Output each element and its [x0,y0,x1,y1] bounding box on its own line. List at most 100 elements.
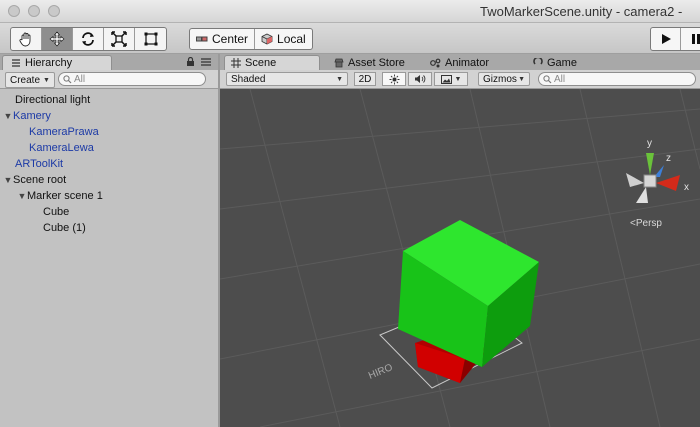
shading-mode-label: Shaded [231,73,266,85]
scene-render: HIRO y x z [220,89,700,427]
gizmos-dropdown[interactable]: Gizmos ▼ [478,72,530,86]
scale-tool-button[interactable] [104,28,135,50]
image-icon [440,74,452,84]
hierarchy-tabstrip: Hierarchy [0,54,218,71]
tab-game[interactable]: Game [527,55,583,70]
main-toolbar: Center Local [0,23,700,54]
pivot-center-label: Center [212,32,249,46]
pause-icon [691,34,700,44]
game-icon [533,57,543,65]
scene-search-input[interactable]: All [538,72,696,86]
pivot-controls: Center Local [189,28,313,50]
scene-panel: Scene Asset Store Animator Game Shaded ▼… [220,54,700,427]
list-icon [12,59,20,67]
rotate-icon [82,32,94,46]
shading-mode-dropdown[interactable]: Shaded ▼ [226,72,348,86]
chevron-down-icon: ▼ [336,75,343,83]
z-axis-label: z [666,153,671,164]
scene-tabstrip: Scene Asset Store Animator Game [220,54,700,71]
move-arrows-icon [49,31,65,47]
scene-toolbar: Shaded ▼ 2D ▼ Gizmos ▼ All [220,70,700,89]
scene-effects-dropdown[interactable]: ▼ [434,72,468,86]
hierarchy-search-placeholder: All [74,73,86,85]
toggle-2d-label: 2D [358,73,372,85]
transform-tools [10,27,167,51]
pivot-local-button[interactable]: Local [255,29,312,49]
tree-item-scene-root[interactable]: ▼ Scene root [0,172,218,188]
tree-item-kamera-lewa[interactable]: KameraLewa [0,140,218,156]
scene-lighting-toggle[interactable] [382,72,406,86]
speaker-icon [415,75,426,83]
minimize-window-button[interactable] [28,5,40,17]
scene-viewport[interactable]: HIRO y x z <Persp [220,89,700,427]
chevron-down-icon: ▼ [43,76,50,84]
sun-icon [389,74,399,84]
x-axis-label: x [684,182,689,193]
panel-menu-icon[interactable] [200,57,212,67]
hand-icon [19,32,31,47]
tab-hierarchy-label: Hierarchy [25,57,73,69]
tree-item-cube-1[interactable]: Cube (1) [0,220,218,236]
play-button[interactable] [651,28,681,50]
animator-icon [430,58,441,67]
rotate-tool-button[interactable] [73,28,104,50]
tree-item-artoolkit[interactable]: ARToolKit [0,156,218,172]
gizmos-label: Gizmos [483,73,517,85]
tab-animator-label: Animator [445,56,490,69]
zoom-window-button[interactable] [48,5,60,17]
tab-hierarchy[interactable]: Hierarchy [2,55,112,70]
toggle-2d-button[interactable]: 2D [354,72,376,86]
pivot-center-button[interactable]: Center [190,29,256,49]
tab-scene[interactable]: Scene [224,55,320,70]
pivot-center-icon [196,36,208,42]
tree-item-directional-light[interactable]: Directional light [0,92,218,108]
window-title: TwoMarkerScene.unity - camera2 - [480,4,683,19]
pause-button[interactable] [681,28,700,50]
window-title-bar: TwoMarkerScene.unity - camera2 - [0,0,700,23]
scene-audio-toggle[interactable] [408,72,432,86]
grid-icon [231,58,241,68]
search-icon [63,74,72,83]
tree-item-kamera-prawa[interactable]: KameraPrawa [0,124,218,140]
chevron-down-icon: ▼ [454,75,462,83]
scale-icon [111,31,127,47]
create-button[interactable]: Create ▼ [5,72,55,88]
play-icon [661,34,671,44]
tree-item-cube[interactable]: Cube [0,204,218,220]
tree-item-label: Cube (1) [43,222,86,234]
expand-arrow-icon[interactable]: ▼ [3,175,13,185]
expand-arrow-icon[interactable]: ▼ [3,111,13,121]
create-label: Create [10,74,41,86]
tree-item-label: Kamery [13,110,51,122]
rect-icon [144,32,157,46]
tree-item-label: KameraPrawa [29,126,99,138]
close-window-button[interactable] [8,5,20,17]
persp-toggle[interactable]: <Persp [630,218,662,229]
expand-arrow-icon[interactable]: ▼ [17,191,27,201]
hand-tool-button[interactable] [11,28,42,50]
rect-tool-button[interactable] [135,28,166,50]
tab-asset-store-label: Asset Store [348,56,405,69]
hierarchy-toolbar: Create ▼ All [0,70,218,89]
y-axis-label: y [647,138,652,149]
tab-asset-store[interactable]: Asset Store [328,55,411,70]
playback-controls [650,27,700,51]
tab-scene-label: Scene [245,57,277,69]
search-icon [543,74,552,83]
lock-icon[interactable] [186,57,195,67]
tree-item-label: Marker scene 1 [27,190,103,202]
tree-item-kamery[interactable]: ▼ Kamery [0,108,218,124]
hierarchy-tree: Directional light ▼ Kamery KameraPrawa Ka… [0,92,218,236]
tree-item-marker-scene-1[interactable]: ▼ Marker scene 1 [0,188,218,204]
hierarchy-search-input[interactable]: All [58,72,206,86]
tree-item-label: Cube [43,206,70,218]
move-tool-button[interactable] [42,28,73,50]
tab-game-label: Game [547,56,577,69]
tab-animator[interactable]: Animator [424,55,495,70]
tree-item-label: Directional light [15,94,91,106]
pivot-local-label: Local [277,32,306,46]
tree-item-label: KameraLewa [29,142,94,154]
tree-item-label: Scene root [13,174,67,186]
tree-item-label: ARToolKit [15,158,64,170]
persp-label: Persp [635,218,662,229]
